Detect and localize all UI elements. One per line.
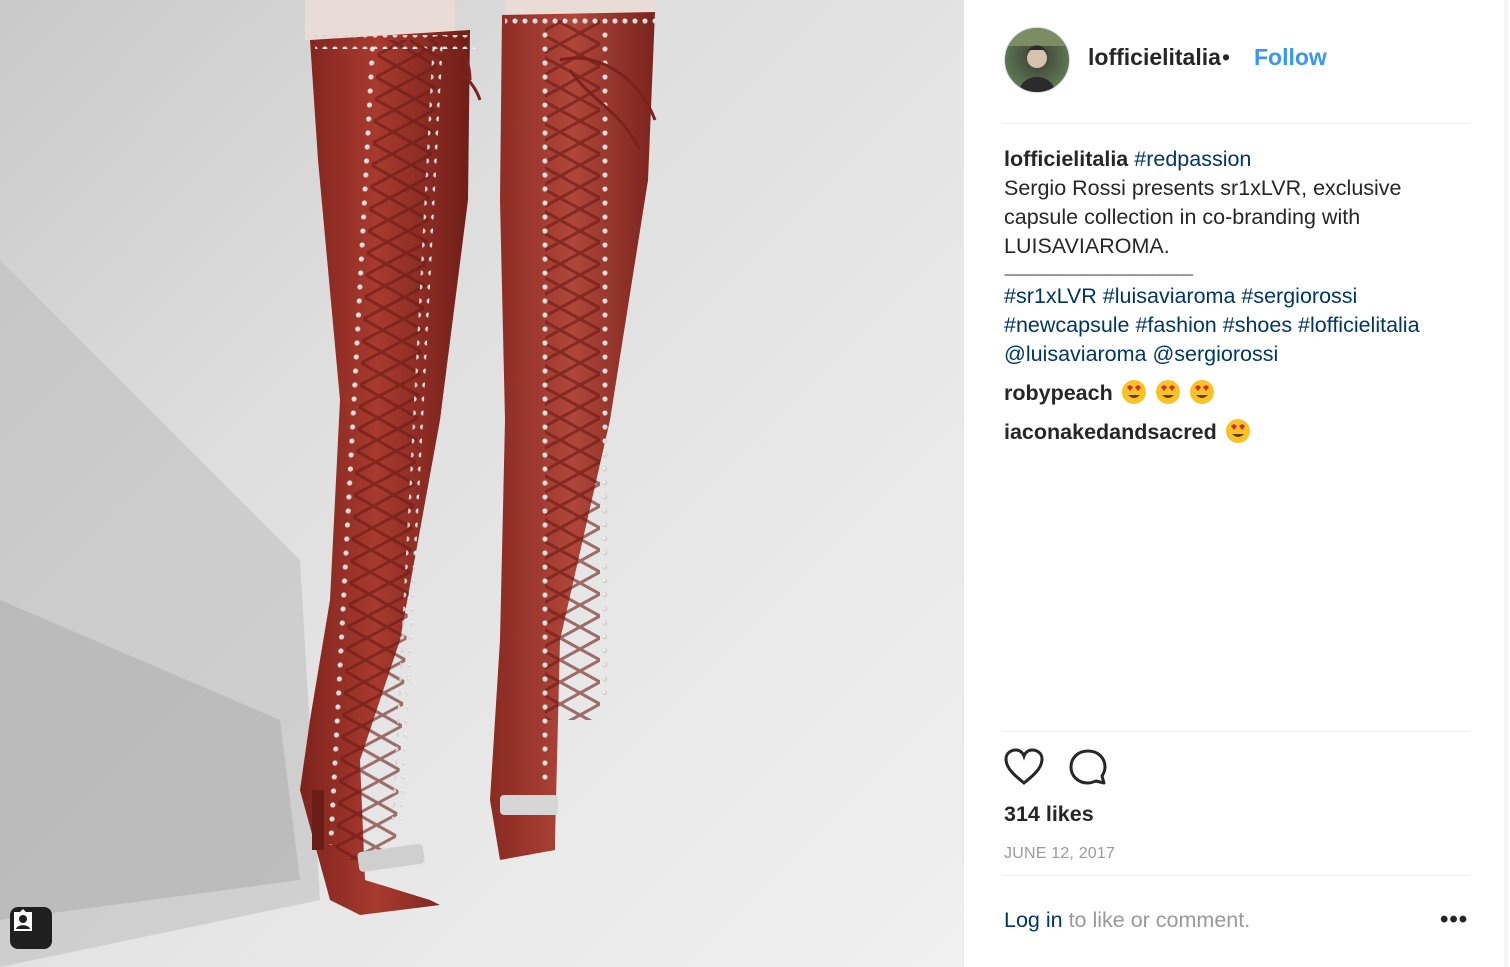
comment-icon[interactable]: [1068, 748, 1108, 786]
heart-eyes-emoji-icon: [1155, 380, 1180, 404]
post-date: JUNE 12, 2017: [1004, 845, 1116, 862]
instagram-post: lofficielitalia • Follow lofficielitalia…: [0, 0, 1510, 967]
post-sidebar: lofficielitalia • Follow lofficielitalia…: [963, 0, 1508, 967]
post-photo[interactable]: [0, 0, 963, 967]
separator-dot: •: [1222, 44, 1231, 70]
comment: robypeach: [1004, 379, 1470, 408]
avatar[interactable]: [1004, 27, 1070, 93]
scrollbar-track: [1504, 0, 1508, 967]
caption-text-line: Sergio Rossi presents sr1xLVR, exclusive: [1004, 176, 1402, 200]
login-link[interactable]: Log in: [1004, 908, 1063, 932]
hashtag-links[interactable]: #newcapsule #fashion #shoes #lofficielit…: [1004, 311, 1470, 340]
hashtag-links[interactable]: #sr1xLVR #luisaviaroma #sergiorossi: [1004, 282, 1470, 311]
login-prompt-text: to like or comment.: [1062, 908, 1251, 932]
more-options-button[interactable]: •••: [1440, 906, 1468, 934]
boots-illustration: [0, 0, 657, 967]
user-tag-icon[interactable]: [10, 907, 52, 949]
post-actions: [1004, 748, 1204, 792]
hashtag-link[interactable]: #redpassion: [1134, 147, 1251, 171]
heart-eyes-emoji-icon: [1121, 380, 1146, 404]
heart-eyes-emoji-icon: [1225, 419, 1250, 443]
divider: [1004, 875, 1470, 876]
caption: lofficielitalia #redpassion Sergio Rossi…: [1004, 145, 1470, 447]
heart-icon[interactable]: [1004, 748, 1044, 786]
caption-username[interactable]: lofficielitalia: [1004, 147, 1128, 171]
caption-text-line: LUISAVIAROMA.: [1004, 234, 1170, 258]
post-header: lofficielitalia • Follow: [1004, 25, 1470, 124]
caption-separator: ----------------------------------------…: [1004, 267, 1194, 281]
heart-eyes-emoji-icon: [1189, 380, 1214, 404]
post-username[interactable]: lofficielitalia: [1088, 44, 1221, 71]
comment: iaconakedandsacred: [1004, 418, 1470, 447]
follow-button[interactable]: Follow: [1254, 44, 1327, 71]
likes-count[interactable]: 314 likes: [1004, 802, 1094, 827]
divider: [1004, 731, 1470, 732]
caption-text-line: capsule collection in co-branding with: [1004, 205, 1361, 229]
login-prompt: Log in to like or comment.: [1004, 908, 1250, 933]
comment-username[interactable]: iaconakedandsacred: [1004, 420, 1217, 444]
comment-username[interactable]: robypeach: [1004, 381, 1113, 405]
mention-links[interactable]: @luisaviaroma @sergiorossi: [1004, 340, 1470, 369]
